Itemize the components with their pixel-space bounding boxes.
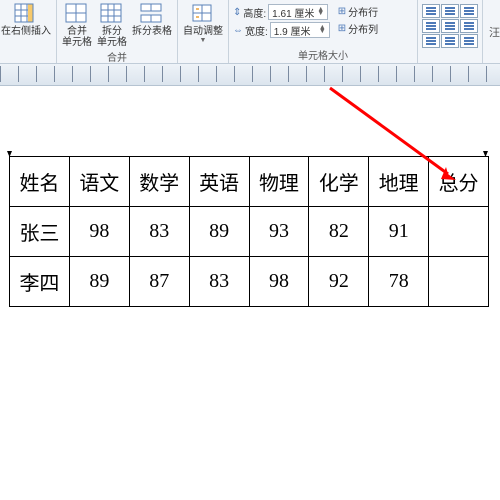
alignment-grid bbox=[422, 2, 478, 48]
align-tr-button[interactable] bbox=[460, 4, 478, 18]
table-row: 张三 98 83 89 93 82 91 bbox=[10, 207, 489, 257]
table-header-row: 姓名 语文 数学 英语 物理 化学 地理 总分 bbox=[10, 157, 489, 207]
header-cell[interactable]: 总分 bbox=[429, 157, 489, 207]
distribute-cols-icon: ⊞ bbox=[338, 23, 346, 34]
split-cells-label: 拆分 单元格 bbox=[97, 26, 127, 48]
align-br-button[interactable] bbox=[460, 34, 478, 48]
header-cell[interactable]: 语文 bbox=[69, 157, 129, 207]
chevron-down-icon: ▼ bbox=[200, 37, 207, 45]
align-mc-button[interactable] bbox=[441, 19, 459, 33]
split-cells-button[interactable]: 拆分 单元格 bbox=[96, 2, 128, 48]
distribute-rows-icon: ⊞ bbox=[338, 6, 346, 17]
score-cell[interactable]: 87 bbox=[129, 257, 189, 307]
score-cell[interactable]: 92 bbox=[309, 257, 369, 307]
align-tc-button[interactable] bbox=[441, 4, 459, 18]
total-cell[interactable] bbox=[429, 257, 489, 307]
header-cell[interactable]: 地理 bbox=[369, 157, 429, 207]
align-ml-button[interactable] bbox=[422, 19, 440, 33]
score-cell[interactable]: 82 bbox=[309, 207, 369, 257]
width-label: 宽度: bbox=[245, 23, 268, 38]
ribbon: 在右侧插入 合并 单元格 拆分 单元格 拆分表格 bbox=[0, 0, 500, 64]
autofit-icon bbox=[189, 2, 217, 26]
insert-right-icon bbox=[12, 2, 40, 26]
align-tl-button[interactable] bbox=[422, 4, 440, 18]
split-table-button[interactable]: 拆分表格 bbox=[131, 2, 173, 37]
distribute-rows-button[interactable]: ⊞ 分布行 bbox=[338, 4, 378, 19]
split-cells-icon bbox=[98, 2, 126, 26]
merge-cells-icon bbox=[63, 2, 91, 26]
align-bc-button[interactable] bbox=[441, 34, 459, 48]
score-table[interactable]: 姓名 语文 数学 英语 物理 化学 地理 总分 张三 98 83 89 93 8… bbox=[9, 156, 489, 307]
last-group-label: 汪 bbox=[483, 0, 500, 63]
score-cell[interactable]: 83 bbox=[189, 257, 249, 307]
split-table-icon bbox=[138, 2, 166, 26]
split-table-label: 拆分表格 bbox=[132, 26, 172, 37]
height-input[interactable]: 1.61 厘米▲▼ bbox=[268, 4, 328, 20]
score-cell[interactable]: 89 bbox=[69, 257, 129, 307]
insert-right-button[interactable]: 在右侧插入 bbox=[0, 2, 52, 37]
distribute-cols-label: 分布列 bbox=[348, 21, 378, 36]
table-row: 李四 89 87 83 98 92 78 bbox=[10, 257, 489, 307]
height-label: 高度: bbox=[243, 5, 266, 20]
height-icon: ⇕ bbox=[233, 7, 241, 18]
distribute-rows-label: 分布行 bbox=[348, 4, 378, 19]
size-group-label: 单元格大小 bbox=[233, 46, 413, 62]
header-cell[interactable]: 英语 bbox=[189, 157, 249, 207]
score-cell[interactable]: 78 bbox=[369, 257, 429, 307]
merge-cells-button[interactable]: 合并 单元格 bbox=[61, 2, 93, 48]
score-cell[interactable]: 91 bbox=[369, 207, 429, 257]
score-cell[interactable]: 93 bbox=[249, 207, 309, 257]
header-cell[interactable]: 姓名 bbox=[10, 157, 70, 207]
autofit-button[interactable]: 自动调整 ▼ bbox=[182, 2, 224, 45]
name-cell[interactable]: 张三 bbox=[10, 207, 70, 257]
score-cell[interactable]: 89 bbox=[189, 207, 249, 257]
width-icon: ⇔ bbox=[233, 25, 243, 36]
autofit-label: 自动调整 bbox=[183, 26, 223, 37]
header-cell[interactable]: 数学 bbox=[129, 157, 189, 207]
width-input[interactable]: 1.9 厘米▲▼ bbox=[270, 22, 330, 38]
header-cell[interactable]: 化学 bbox=[309, 157, 369, 207]
header-cell[interactable]: 物理 bbox=[249, 157, 309, 207]
score-cell[interactable]: 98 bbox=[69, 207, 129, 257]
total-cell[interactable] bbox=[429, 207, 489, 257]
score-cell[interactable]: 98 bbox=[249, 257, 309, 307]
score-cell[interactable]: 83 bbox=[129, 207, 189, 257]
merge-group-label: 合并 bbox=[61, 48, 173, 64]
align-mr-button[interactable] bbox=[460, 19, 478, 33]
document-area: 姓名 语文 数学 英语 物理 化学 地理 总分 张三 98 83 89 93 8… bbox=[0, 86, 500, 307]
name-cell[interactable]: 李四 bbox=[10, 257, 70, 307]
insert-right-label: 在右侧插入 bbox=[1, 26, 51, 37]
align-bl-button[interactable] bbox=[422, 34, 440, 48]
merge-cells-label: 合并 单元格 bbox=[62, 26, 92, 48]
distribute-cols-button[interactable]: ⊞ 分布列 bbox=[338, 21, 378, 36]
ruler[interactable] bbox=[0, 64, 500, 86]
